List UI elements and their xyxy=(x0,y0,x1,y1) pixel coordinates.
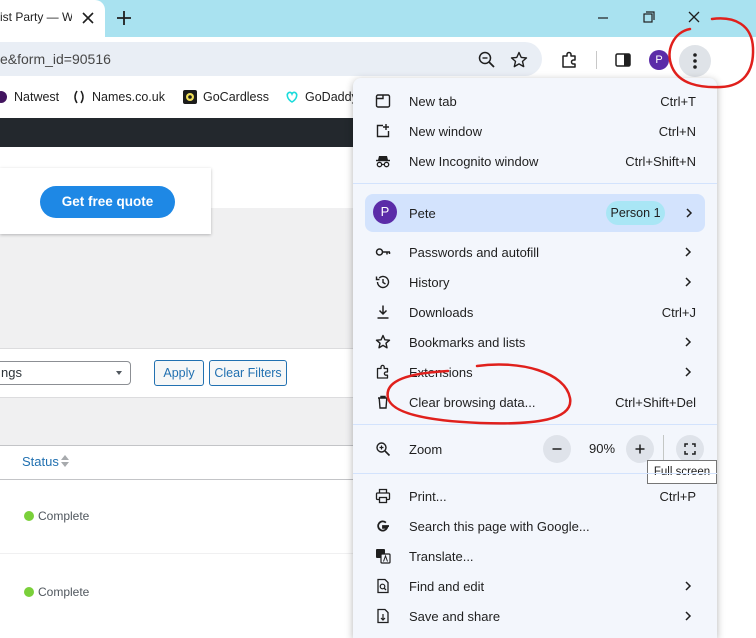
trash-icon xyxy=(375,394,391,410)
menu-divider xyxy=(353,424,717,425)
chevron-right-icon xyxy=(683,366,693,378)
zoom-out-button[interactable] xyxy=(543,435,571,463)
menu-divider xyxy=(353,473,717,474)
side-panel-icon[interactable] xyxy=(613,50,633,70)
menu-item-downloads[interactable]: Downloads Ctrl+J xyxy=(353,297,717,327)
table-row-status: Complete xyxy=(24,509,89,523)
menu-item-history[interactable]: History xyxy=(353,267,717,297)
bookmark-natwest[interactable]: Natwest xyxy=(0,89,59,107)
zoom-magnifier-icon xyxy=(375,441,391,457)
extensions-puzzle-icon[interactable] xyxy=(559,50,579,70)
new-tab-plus-icon[interactable] xyxy=(113,7,135,29)
menu-item-search-google[interactable]: Search this page with Google... xyxy=(353,511,717,541)
three-dots-icon xyxy=(693,53,697,69)
status-dot-icon xyxy=(24,511,34,521)
select-caret-icon xyxy=(114,368,124,378)
translate-icon xyxy=(375,548,391,564)
get-free-quote-button[interactable]: Get free quote xyxy=(40,186,175,218)
tab-close-icon[interactable] xyxy=(78,8,98,28)
menu-item-translate[interactable]: Translate... xyxy=(353,541,717,571)
chevron-right-icon xyxy=(683,246,693,258)
incognito-icon xyxy=(375,153,391,169)
google-g-icon xyxy=(375,518,391,534)
status-column-header[interactable]: Status xyxy=(22,454,59,469)
more-menu-button[interactable] xyxy=(679,45,711,77)
minus-icon xyxy=(552,448,562,450)
row-divider xyxy=(0,553,360,554)
fullscreen-button[interactable] xyxy=(676,435,704,463)
status-dot-icon xyxy=(24,587,34,597)
bookmark-gocardless[interactable]: GoCardless xyxy=(183,89,269,107)
menu-item-new-incognito[interactable]: New Incognito window Ctrl+Shift+N xyxy=(353,146,717,176)
bookmark-star-icon xyxy=(375,334,391,350)
table-nav-area xyxy=(0,398,360,445)
chevron-right-icon xyxy=(683,336,693,348)
profile-menu-avatar: P xyxy=(373,200,397,224)
profile-name: Pete xyxy=(409,206,436,221)
key-icon xyxy=(375,244,391,260)
chevron-right-icon xyxy=(683,610,693,622)
names-icon xyxy=(72,90,86,104)
plus-icon xyxy=(635,444,645,454)
save-page-icon xyxy=(375,608,391,624)
chevron-right-icon xyxy=(683,580,693,592)
toolbar-divider xyxy=(596,51,597,69)
menu-item-passwords[interactable]: Passwords and autofill xyxy=(353,237,717,267)
gocardless-icon xyxy=(183,90,197,104)
bookmark-star-icon[interactable] xyxy=(509,50,529,70)
history-icon xyxy=(375,274,391,290)
admin-bar xyxy=(0,118,360,147)
zoom-level: 90% xyxy=(588,441,616,456)
printer-icon xyxy=(375,488,391,504)
window-close-icon[interactable] xyxy=(682,8,706,28)
table-row-status: Complete xyxy=(24,585,89,599)
menu-item-clear-browsing-data[interactable]: Clear browsing data... Ctrl+Shift+Del xyxy=(353,387,717,417)
profile-badge: Person 1 xyxy=(606,201,665,225)
zoom-indicator-icon[interactable] xyxy=(477,50,497,70)
clear-filters-button[interactable]: Clear Filters xyxy=(209,360,287,386)
menu-item-new-window[interactable]: New window Ctrl+N xyxy=(353,116,717,146)
restore-icon[interactable] xyxy=(636,8,660,28)
filter-select[interactable]: ngs xyxy=(0,361,131,385)
menu-item-find-edit[interactable]: Find and edit xyxy=(353,571,717,601)
menu-item-new-tab[interactable]: New tab Ctrl+T xyxy=(353,86,717,116)
extensions-puzzle-icon xyxy=(375,364,391,380)
url-text[interactable]: e&form_id=90516 xyxy=(0,51,111,67)
menu-item-bookmarks[interactable]: Bookmarks and lists xyxy=(353,327,717,357)
godaddy-icon xyxy=(285,90,299,104)
minimize-icon[interactable] xyxy=(591,8,615,28)
natwest-icon xyxy=(0,90,8,104)
chevron-right-icon xyxy=(683,276,693,288)
apply-button[interactable]: Apply xyxy=(154,360,204,386)
sort-icon[interactable] xyxy=(60,454,70,468)
menu-item-extensions[interactable]: Extensions xyxy=(353,357,717,387)
bookmark-names[interactable]: Names.co.uk xyxy=(72,89,165,107)
bookmark-godaddy[interactable]: GoDaddy xyxy=(285,89,358,107)
menu-divider xyxy=(353,183,717,184)
zoom-in-button[interactable] xyxy=(626,435,654,463)
menu-item-save-share[interactable]: Save and share xyxy=(353,601,717,631)
chevron-right-icon xyxy=(684,207,694,219)
fullscreen-icon xyxy=(684,443,696,455)
menu-item-print[interactable]: Print... Ctrl+P xyxy=(353,481,717,511)
tab-title: ist Party — W xyxy=(0,10,72,24)
new-tab-icon xyxy=(375,93,391,109)
zoom-divider xyxy=(663,435,664,463)
find-page-icon xyxy=(375,578,391,594)
new-window-icon xyxy=(375,123,391,139)
download-icon xyxy=(375,304,391,320)
profile-avatar[interactable]: P xyxy=(649,50,669,70)
